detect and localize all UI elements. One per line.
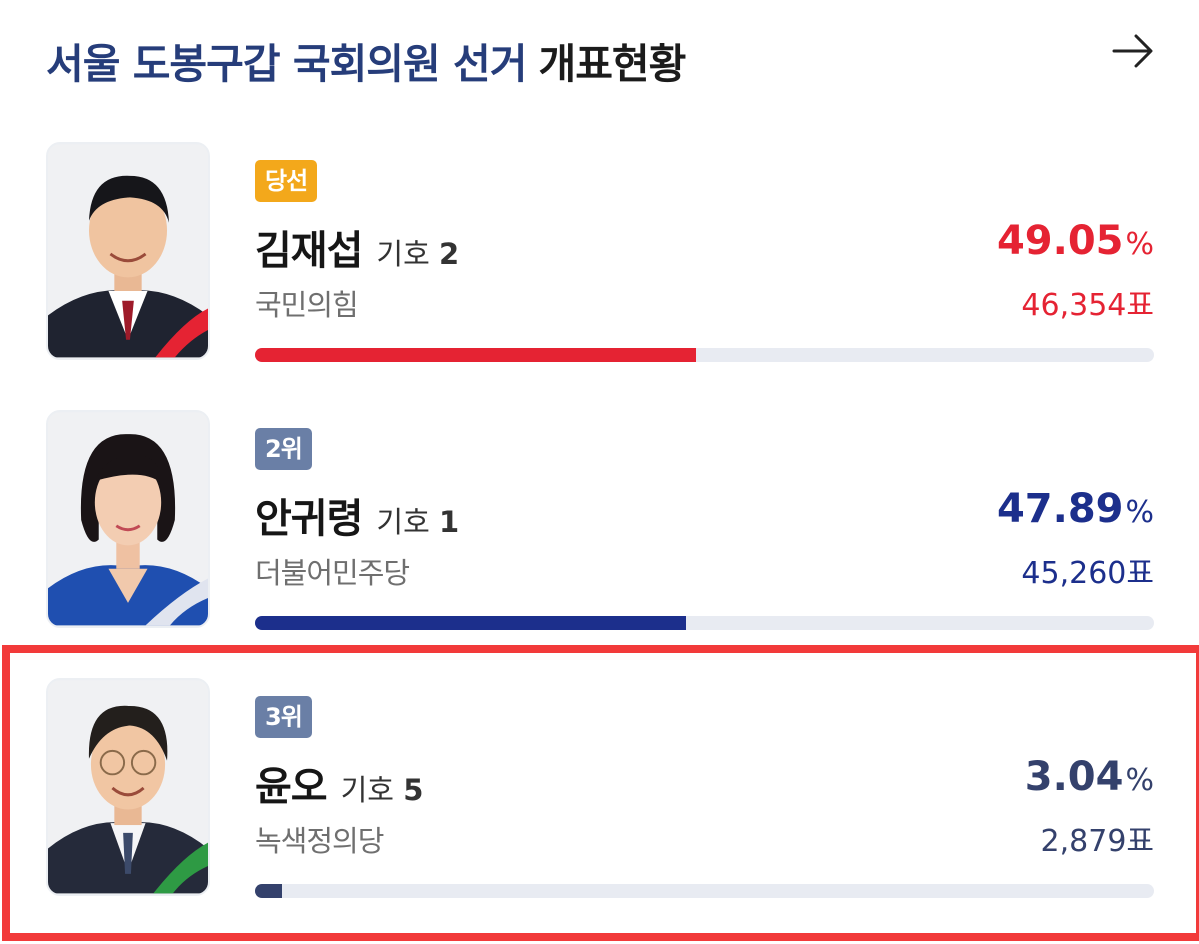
percent-unit: % [1125,227,1154,262]
number-value: 5 [403,773,424,807]
percent-unit: % [1125,495,1154,530]
percent-value: 49.05 [996,218,1124,264]
number-label: 기호 [340,773,394,807]
title-suffix: 개표현황 [538,40,686,88]
candidate-name: 안귀령 기호 1 [255,486,459,544]
vote-bar [255,616,1154,630]
vote-bar [255,348,1154,362]
vote-count: 46,354표 [1021,288,1154,323]
number-label: 기호 [376,505,430,539]
candidate-photo [46,678,210,896]
party-name: 녹색정의당 [255,824,384,858]
vote-count: 45,260표 [1021,556,1154,591]
vote-bar-fill [255,616,686,630]
candidate-name-text: 안귀령 [255,496,363,542]
number-value: 2 [439,237,460,271]
arrow-right-icon[interactable] [1110,28,1156,74]
party-name: 국민의힘 [255,288,359,322]
candidate-card[interactable]: 2위 안귀령 기호 1 더불어민주당 47.89% 45,260표 [0,408,1199,676]
party-name: 더불어민주당 [255,556,410,590]
candidate-name: 윤오 기호 5 [255,754,423,812]
vote-bar [255,884,1154,898]
title-main: 서울 도봉구갑 국회의원 선거 [46,40,527,88]
vote-count: 2,879표 [1040,824,1154,859]
candidate-number: 기호 5 [341,773,424,807]
status-badge: 당선 [255,160,318,202]
percent-value: 47.89 [996,486,1124,532]
candidate-number: 기호 1 [376,505,459,539]
candidate-name-text: 김재섭 [255,228,363,274]
rank-badge: 3위 [255,696,312,738]
vote-percent: 3.04% [1025,754,1154,800]
page-header: 서울 도봉구갑 국회의원 선거 개표현황 [46,26,1156,96]
percent-unit: % [1125,763,1154,798]
vote-percent: 49.05% [997,218,1154,264]
candidate-card[interactable]: 당선 김재섭 기호 2 국민의힘 49.05% 46,354표 [0,140,1199,408]
vote-percent: 47.89% [997,486,1154,532]
vote-bar-fill [255,884,283,898]
rank-badge: 2위 [255,428,312,470]
page-title: 서울 도봉구갑 국회의원 선거 개표현황 [46,30,686,90]
candidate-card[interactable]: 3위 윤오 기호 5 녹색정의당 3.04% 2,879표 [0,676,1199,944]
candidate-photo [46,142,210,360]
candidate-name: 김재섭 기호 2 [255,218,459,276]
number-label: 기호 [376,237,430,271]
candidate-name-text: 윤오 [255,764,328,810]
percent-value: 3.04 [1024,754,1124,800]
candidate-number: 기호 2 [376,237,459,271]
candidate-photo [46,410,210,628]
vote-bar-fill [255,348,696,362]
number-value: 1 [439,505,460,539]
